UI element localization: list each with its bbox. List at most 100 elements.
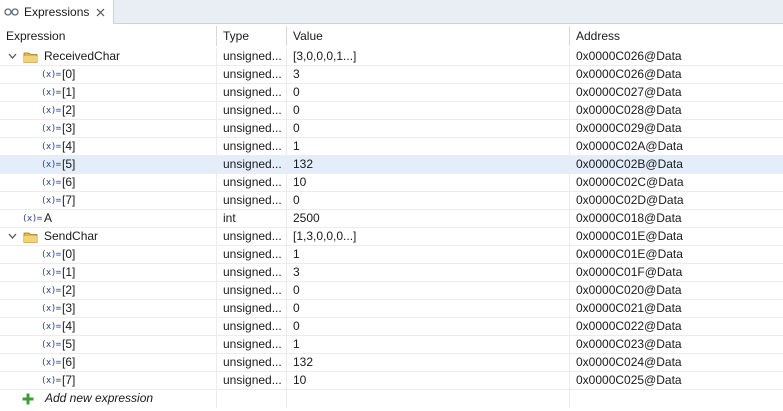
type-cell[interactable]: unsigned...	[217, 318, 287, 336]
value-cell[interactable]: 1	[287, 336, 570, 354]
address-cell[interactable]: 0x0000C01F@Data	[570, 264, 783, 282]
type-cell[interactable]: unsigned...	[217, 120, 287, 138]
type-cell[interactable]: unsigned...	[217, 138, 287, 156]
tree-row[interactable]: (x)= [2] unsigned... 0 0x0000C020@Data	[0, 282, 783, 300]
expression-cell[interactable]: (x)= [2]	[0, 102, 217, 120]
address-cell[interactable]: 0x0000C01E@Data	[570, 228, 783, 246]
address-cell[interactable]: 0x0000C024@Data	[570, 354, 783, 372]
type-cell[interactable]: unsigned...	[217, 102, 287, 120]
tree-row[interactable]: (x)= [7] unsigned... 0 0x0000C02D@Data	[0, 192, 783, 210]
add-plus-icon[interactable]	[22, 393, 34, 405]
value-cell[interactable]: [3,0,0,0,1...]	[287, 48, 570, 66]
value-cell[interactable]: 0	[287, 318, 570, 336]
expression-cell[interactable]: (x)= [0]	[0, 66, 217, 84]
value-cell[interactable]: 132	[287, 354, 570, 372]
address-cell[interactable]: 0x0000C025@Data	[570, 372, 783, 390]
address-cell[interactable]: 0x0000C018@Data	[570, 210, 783, 228]
type-cell[interactable]: unsigned...	[217, 264, 287, 282]
expression-cell[interactable]: (x)= [3]	[0, 120, 217, 138]
type-cell[interactable]: unsigned...	[217, 174, 287, 192]
address-cell[interactable]: 0x0000C027@Data	[570, 84, 783, 102]
address-cell[interactable]: 0x0000C02C@Data	[570, 174, 783, 192]
address-cell[interactable]: 0x0000C02D@Data	[570, 192, 783, 210]
expression-cell[interactable]: (x)= A	[0, 210, 217, 228]
tree-row[interactable]: (x)= [1] unsigned... 0 0x0000C027@Data	[0, 84, 783, 102]
type-cell[interactable]: int	[217, 210, 287, 228]
tree-row[interactable]: (x)= [7] unsigned... 10 0x0000C025@Data	[0, 372, 783, 390]
column-header-type[interactable]: Type	[217, 26, 287, 46]
tree-row[interactable]: (x)= [2] unsigned... 0 0x0000C028@Data	[0, 102, 783, 120]
type-cell[interactable]: unsigned...	[217, 282, 287, 300]
value-cell[interactable]: 2500	[287, 210, 570, 228]
address-cell[interactable]: 0x0000C026@Data	[570, 48, 783, 66]
type-cell[interactable]: unsigned...	[217, 354, 287, 372]
tree-row[interactable]: (x)= [5] unsigned... 1 0x0000C023@Data	[0, 336, 783, 354]
expression-cell[interactable]: (x)= [1]	[0, 84, 217, 102]
value-cell[interactable]: 0	[287, 120, 570, 138]
expression-cell[interactable]: SendChar	[0, 228, 217, 246]
value-cell[interactable]: 0	[287, 300, 570, 318]
value-cell[interactable]: 10	[287, 372, 570, 390]
expression-cell[interactable]: (x)= [5]	[0, 156, 217, 174]
type-cell[interactable]: unsigned...	[217, 372, 287, 390]
address-cell[interactable]: 0x0000C02B@Data	[570, 156, 783, 174]
type-cell[interactable]: unsigned...	[217, 192, 287, 210]
type-cell[interactable]: unsigned...	[217, 336, 287, 354]
tree-row[interactable]: (x)= [6] unsigned... 10 0x0000C02C@Data	[0, 174, 783, 192]
expression-cell[interactable]: (x)= [6]	[0, 354, 217, 372]
column-header-expression[interactable]: Expression	[0, 26, 217, 46]
chevron-down-icon[interactable]	[7, 51, 17, 61]
address-cell[interactable]: 0x0000C02A@Data	[570, 138, 783, 156]
value-cell[interactable]: 3	[287, 66, 570, 84]
value-cell[interactable]: 1	[287, 138, 570, 156]
tree-row[interactable]: (x)= [0] unsigned... 1 0x0000C01E@Data	[0, 246, 783, 264]
expression-cell[interactable]: (x)= [6]	[0, 174, 217, 192]
expression-cell[interactable]: (x)= [4]	[0, 138, 217, 156]
expression-cell[interactable]: (x)= [0]	[0, 246, 217, 264]
expression-cell[interactable]: (x)= [2]	[0, 282, 217, 300]
tree-row[interactable]: (x)= [1] unsigned... 3 0x0000C01F@Data	[0, 264, 783, 282]
column-header-address[interactable]: Address	[570, 26, 783, 46]
tree-row[interactable]: ReceivedChar unsigned... [3,0,0,0,1...] 0x0…	[0, 48, 783, 66]
expression-cell[interactable]: (x)= [1]	[0, 264, 217, 282]
type-cell[interactable]: unsigned...	[217, 66, 287, 84]
tree-row[interactable]: (x)= [3] unsigned... 0 0x0000C029@Data	[0, 120, 783, 138]
add-expression-row[interactable]: Add new expression	[0, 390, 783, 408]
tree-row[interactable]: (x)= [6] unsigned... 132 0x0000C024@Data	[0, 354, 783, 372]
value-cell[interactable]: 0	[287, 102, 570, 120]
address-cell[interactable]: 0x0000C020@Data	[570, 282, 783, 300]
tree-row[interactable]: (x)= [4] unsigned... 0 0x0000C022@Data	[0, 318, 783, 336]
tree-row[interactable]: (x)= [5] unsigned... 132 0x0000C02B@Data	[0, 156, 783, 174]
expression-cell[interactable]: (x)= [5]	[0, 336, 217, 354]
value-cell[interactable]: 3	[287, 264, 570, 282]
type-cell[interactable]: unsigned...	[217, 300, 287, 318]
expression-cell[interactable]: (x)= [4]	[0, 318, 217, 336]
address-cell[interactable]: 0x0000C021@Data	[570, 300, 783, 318]
tree-row[interactable]: (x)= [4] unsigned... 1 0x0000C02A@Data	[0, 138, 783, 156]
address-cell[interactable]: 0x0000C029@Data	[570, 120, 783, 138]
type-cell[interactable]: unsigned...	[217, 48, 287, 66]
address-cell[interactable]: 0x0000C028@Data	[570, 102, 783, 120]
expression-cell[interactable]: (x)= [3]	[0, 300, 217, 318]
expression-cell[interactable]: (x)= [7]	[0, 192, 217, 210]
column-header-value[interactable]: Value	[287, 26, 570, 46]
expression-cell[interactable]: (x)= [7]	[0, 372, 217, 390]
value-cell[interactable]: 10	[287, 174, 570, 192]
tree-row[interactable]: SendChar unsigned... [1,3,0,0,0...] 0x0000C…	[0, 228, 783, 246]
chevron-down-icon[interactable]	[7, 231, 17, 241]
tree-row[interactable]: (x)= Aint 2500 0x0000C018@Data	[0, 210, 783, 228]
close-icon[interactable]	[95, 7, 105, 17]
type-cell[interactable]: unsigned...	[217, 156, 287, 174]
value-cell[interactable]: 1	[287, 246, 570, 264]
value-cell[interactable]: 0	[287, 84, 570, 102]
tree-row[interactable]: (x)= [3] unsigned... 0 0x0000C021@Data	[0, 300, 783, 318]
type-cell[interactable]: unsigned...	[217, 228, 287, 246]
type-cell[interactable]: unsigned...	[217, 84, 287, 102]
value-cell[interactable]: 132	[287, 156, 570, 174]
value-cell[interactable]: 0	[287, 282, 570, 300]
value-cell[interactable]: [1,3,0,0,0...]	[287, 228, 570, 246]
expression-cell[interactable]: ReceivedChar	[0, 48, 217, 66]
address-cell[interactable]: 0x0000C026@Data	[570, 66, 783, 84]
address-cell[interactable]: 0x0000C023@Data	[570, 336, 783, 354]
address-cell[interactable]: 0x0000C022@Data	[570, 318, 783, 336]
